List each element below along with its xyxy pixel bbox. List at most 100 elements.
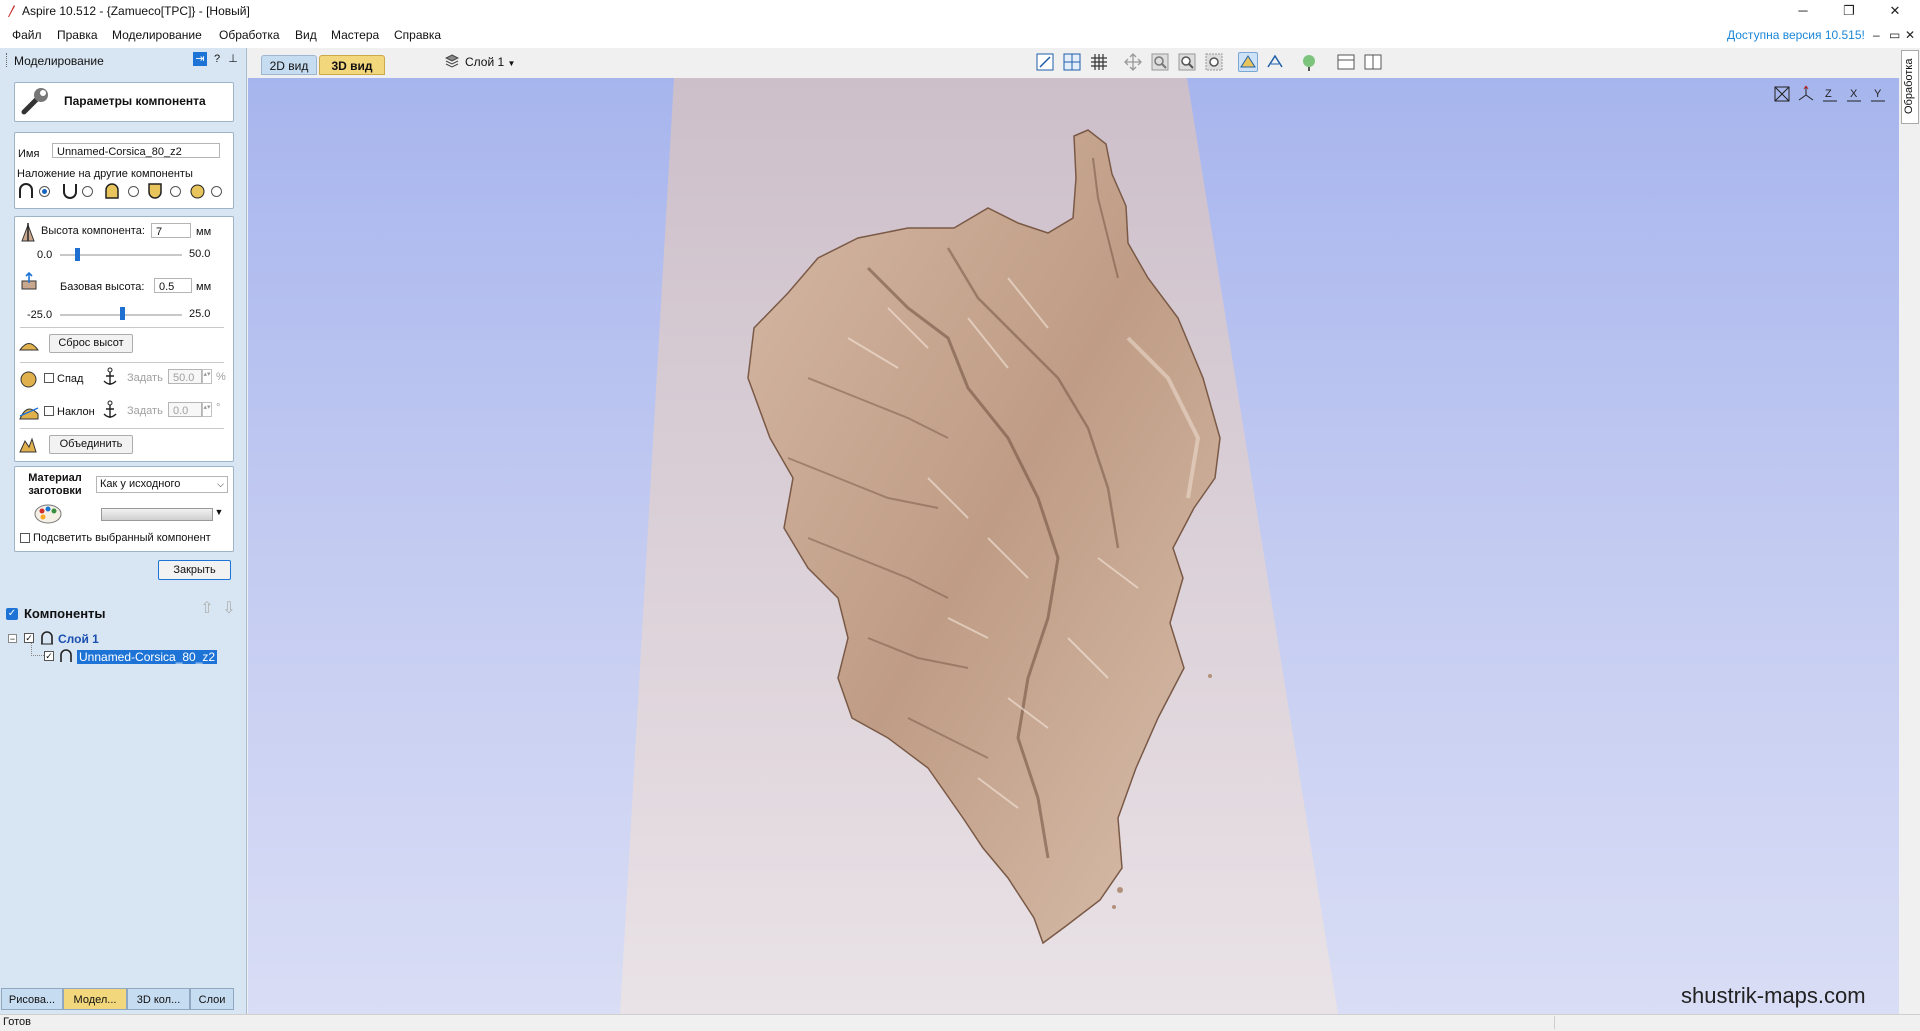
tile-windows-icon[interactable] [1363,52,1383,72]
zoom-icon[interactable] [1150,52,1170,72]
tab-layers[interactable]: Слои [190,988,234,1010]
zoom-extents-icon[interactable] [1035,52,1055,72]
lighting-icon[interactable] [1299,52,1319,72]
subtract-mode-radio[interactable] [82,186,93,197]
material-color-swatch[interactable] [101,508,213,521]
swatch-dropdown-icon[interactable]: ▼ [213,507,225,521]
merge-low-mode-radio[interactable] [170,186,181,197]
menu-view[interactable]: Вид [295,28,317,42]
svg-text:X: X [1850,88,1858,100]
axis-view-icon[interactable] [1797,85,1815,106]
y-view-icon[interactable]: Y [1869,85,1887,106]
split-view-icon[interactable] [1062,52,1082,72]
merge-button[interactable]: Объединить [49,435,133,454]
mdi-minimize-button[interactable]: – [1873,28,1880,42]
tilt-value-field[interactable]: 0.0 [168,402,202,417]
zoom-box-icon[interactable] [1177,52,1197,72]
tab-3d-view[interactable]: 3D вид [319,55,385,75]
x-view-icon[interactable]: X [1845,85,1863,106]
height-slider-thumb[interactable] [75,248,81,261]
z-view-icon[interactable]: Z [1821,85,1839,106]
base-slider-thumb[interactable] [120,307,126,320]
move-up-icon[interactable]: ⇧ [198,598,216,620]
panel-title: Параметры компонента [64,94,206,108]
pin-icon[interactable]: ⊥ [226,52,240,66]
add-mode-radio[interactable] [39,186,50,197]
highlight-checkbox[interactable] [20,533,30,543]
grid-icon[interactable] [1089,52,1109,72]
multiply-mode-radio[interactable] [211,186,222,197]
anchor-icon[interactable] [103,367,117,387]
tab-drawing[interactable]: Рисова... [1,988,63,1010]
3d-scene [620,78,1338,1014]
component-visible-checkbox[interactable]: ✓ [44,651,54,661]
tree-layer-item[interactable]: Слой 1 [58,632,99,646]
base-height-unit: мм [196,281,212,293]
help-icon[interactable]: ? [210,52,224,66]
menu-modeling[interactable]: Моделирование [112,28,202,42]
fade-unit: % [216,371,226,383]
sidebar-title: Моделирование [14,54,104,68]
tab-modeling[interactable]: Модел... [63,988,127,1010]
fade-spinner[interactable]: ▴▾ [202,369,212,384]
shaded-view-icon[interactable] [1238,52,1258,72]
layout-icon[interactable] [1336,52,1356,72]
component-height-icon [19,222,37,242]
base-height-field[interactable]: 0.5 [154,278,192,293]
tilt-spinner[interactable]: ▴▾ [202,402,212,417]
fade-value-field[interactable]: 50.0 [168,369,202,384]
close-window-button[interactable]: ✕ [1872,0,1918,22]
height-min-value: 0.0 [37,249,53,261]
maximize-button[interactable]: ❐ [1826,0,1872,22]
tree-component-item[interactable]: Unnamed-Corsica_80_z2 [77,650,218,664]
material-select-value: Как у исходного [100,478,181,490]
palette-icon [33,502,63,524]
reset-heights-button[interactable]: Сброс высот [49,334,133,353]
status-bar [0,1014,1920,1031]
mdi-close-button[interactable]: ✕ [1905,28,1915,42]
divider [20,428,224,429]
components-checkbox[interactable]: ✓ [6,608,18,620]
tilt-set-label: Задать [127,405,163,417]
layer-selector-value: Слой 1 [465,55,505,69]
mdi-restore-button[interactable]: ▭ [1889,28,1900,42]
tree-collapse-icon[interactable]: − [8,634,17,644]
tab-2d-view[interactable]: 2D вид [261,55,317,75]
pan-icon[interactable] [1123,52,1143,72]
anchor-icon[interactable] [103,400,117,420]
material-select[interactable]: Как у исходного ⌵ [96,476,228,493]
update-available-link[interactable]: Доступна версия 10.515! [1727,28,1865,42]
tab-3d-clipart[interactable]: 3D кол... [127,988,190,1010]
grip-handle[interactable] [6,53,9,67]
fade-label: Спад [57,373,84,385]
zoom-selection-icon[interactable] [1204,52,1224,72]
component-icon [60,649,72,663]
subtract-mode-icon [62,183,78,199]
overlap-label: Наложение на другие компоненты [17,168,193,180]
layer-selector[interactable]: Слой 1 ▼ [465,55,515,69]
fade-set-label: Задать [127,372,163,384]
menu-help[interactable]: Справка [394,28,441,42]
iso-view-icon[interactable] [1773,85,1791,106]
fade-checkbox[interactable] [44,373,54,383]
component-name-field[interactable]: Unnamed-Corsica_80_z2 [52,143,220,158]
menu-toolpaths[interactable]: Обработка [219,28,280,42]
autohide-icon[interactable]: ⇥ [193,52,207,66]
reset-heights-icon [19,337,39,351]
menu-wizards[interactable]: Мастера [331,28,379,42]
close-panel-button[interactable]: Закрыть [158,560,231,580]
menu-edit[interactable]: Правка [57,28,98,42]
3d-viewport[interactable]: Z X Y [248,78,1899,1014]
move-down-icon[interactable]: ⇩ [220,598,238,620]
component-height-unit: мм [196,226,212,238]
minimize-button[interactable]: ─ [1780,0,1826,22]
components-title: Компоненты [24,606,106,621]
component-height-field[interactable]: 7 [151,223,191,238]
height-max-value: 50.0 [189,248,211,260]
merge-high-mode-radio[interactable] [128,186,139,197]
right-panel-strip [1899,48,1920,1014]
toolpath-preview-icon[interactable] [1265,52,1285,72]
menu-file[interactable]: Файл [12,28,42,42]
layer-visible-checkbox[interactable]: ✓ [24,633,34,643]
tilt-checkbox[interactable] [44,406,54,416]
